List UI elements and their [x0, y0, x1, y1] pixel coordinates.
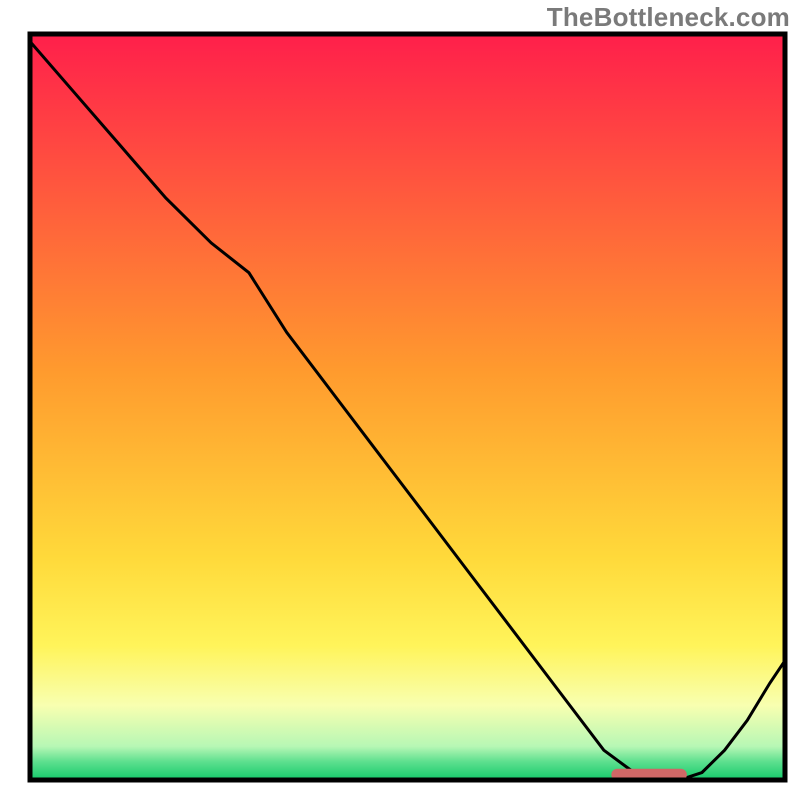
watermark-label: TheBottleneck.com [547, 2, 790, 33]
gradient-background [30, 34, 785, 780]
chart-stage: TheBottleneck.com [0, 0, 800, 800]
bottleneck-curve-chart [0, 0, 800, 800]
